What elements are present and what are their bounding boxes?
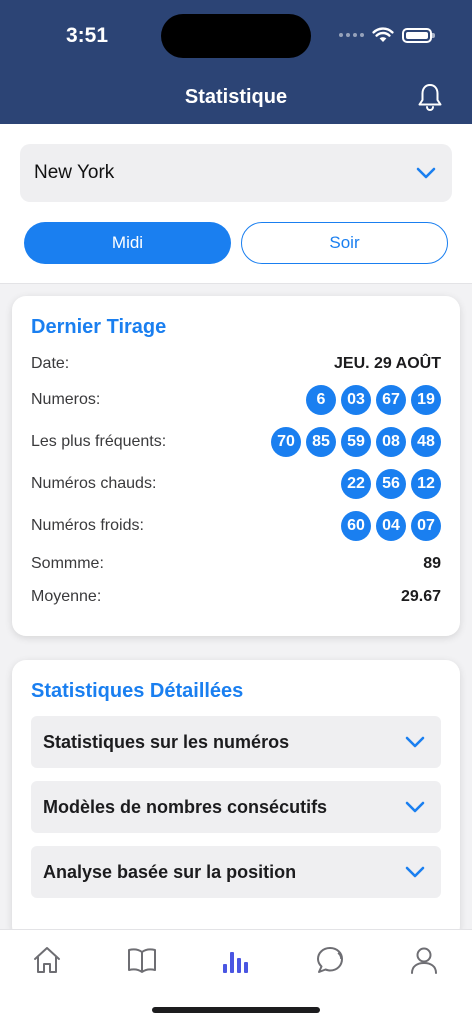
cellular-signal-icon — [339, 33, 364, 37]
number-ball: 60 — [341, 511, 371, 541]
soir-toggle-button[interactable]: Soir — [241, 222, 448, 264]
number-ball: 85 — [306, 427, 336, 457]
numbers-label: Numeros: — [31, 391, 101, 408]
chat-icon[interactable] — [314, 944, 346, 976]
hot-numbers: 22 56 12 — [341, 469, 441, 499]
location-value: New York — [34, 162, 115, 183]
sum-value: 89 — [423, 555, 441, 572]
location-dropdown[interactable]: New York — [20, 144, 452, 202]
number-ball: 12 — [411, 469, 441, 499]
number-ball: 48 — [411, 427, 441, 457]
number-ball: 08 — [376, 427, 406, 457]
detailed-stats-card: Statistiques Détaillées Statistiques sur… — [12, 660, 460, 940]
average-row: Moyenne: 29.67 — [31, 585, 441, 609]
wifi-icon — [372, 27, 394, 42]
app-header: 3:51 Statistique — [0, 0, 472, 124]
battery-icon — [402, 27, 435, 43]
status-time: 3:51 — [66, 24, 109, 47]
cold-numbers: 60 04 07 — [341, 511, 441, 541]
profile-icon[interactable] — [408, 944, 440, 976]
accordion-position-analysis[interactable]: Analyse basée sur la position — [31, 846, 441, 898]
date-label: Date: — [31, 355, 70, 372]
sum-row: Sommme: 89 — [31, 552, 441, 576]
bar-chart-icon[interactable] — [220, 944, 252, 976]
chevron-down-icon — [405, 801, 425, 813]
number-ball: 70 — [271, 427, 301, 457]
accordion-label: Statistiques sur les numéros — [43, 731, 290, 752]
book-icon[interactable] — [126, 944, 158, 976]
number-ball: 04 — [376, 511, 406, 541]
number-ball: 67 — [376, 385, 406, 415]
last-draw-card: Dernier Tirage Date: JEU. 29 AOÛT Numero… — [12, 296, 460, 636]
average-value: 29.67 — [400, 588, 441, 605]
accordion-consecutive-patterns[interactable]: Modèles de nombres consécutifs — [31, 781, 441, 833]
numbers-row: Numeros: 6 03 67 19 — [31, 385, 441, 415]
hot-label: Numéros chauds: — [31, 475, 157, 492]
notification-bell-icon[interactable] — [416, 82, 444, 112]
accordion-label: Analyse basée sur la position — [43, 861, 297, 882]
detailed-stats-title: Statistiques Détaillées — [31, 680, 244, 702]
cold-label: Numéros froids: — [31, 517, 144, 534]
cold-row: Numéros froids: 60 04 07 — [31, 511, 441, 541]
dynamic-island — [161, 14, 311, 58]
draw-selector: New York Midi Soir — [0, 124, 472, 284]
last-draw-title: Dernier Tirage — [31, 316, 167, 338]
date-value: JEU. 29 AOÛT — [334, 355, 441, 372]
number-ball: 03 — [341, 385, 371, 415]
home-icon[interactable] — [31, 944, 63, 976]
sum-label: Sommme: — [31, 555, 104, 572]
frequent-numbers: 70 85 59 08 48 — [271, 427, 441, 457]
chevron-down-icon — [405, 866, 425, 878]
number-ball: 22 — [341, 469, 371, 499]
number-ball: 07 — [411, 511, 441, 541]
date-row: Date: JEU. 29 AOÛT — [31, 352, 441, 376]
number-ball: 59 — [341, 427, 371, 457]
hot-row: Numéros chauds: 22 56 12 — [31, 469, 441, 499]
number-ball: 6 — [306, 385, 336, 415]
drawn-numbers: 6 03 67 19 — [306, 385, 441, 415]
home-indicator — [152, 1007, 320, 1013]
frequent-label: Les plus fréquents: — [31, 433, 167, 450]
frequent-row: Les plus fréquents: 70 85 59 08 48 — [31, 427, 441, 457]
accordion-label: Modèles de nombres consécutifs — [43, 796, 328, 817]
chevron-down-icon — [405, 736, 425, 748]
number-ball: 56 — [376, 469, 406, 499]
accordion-number-stats[interactable]: Statistiques sur les numéros — [31, 716, 441, 768]
average-label: Moyenne: — [31, 588, 102, 605]
page-title: Statistique — [184, 86, 288, 108]
status-indicators — [339, 27, 435, 43]
number-ball: 19 — [411, 385, 441, 415]
midi-toggle-button[interactable]: Midi — [24, 222, 231, 264]
chevron-down-icon — [416, 167, 436, 179]
